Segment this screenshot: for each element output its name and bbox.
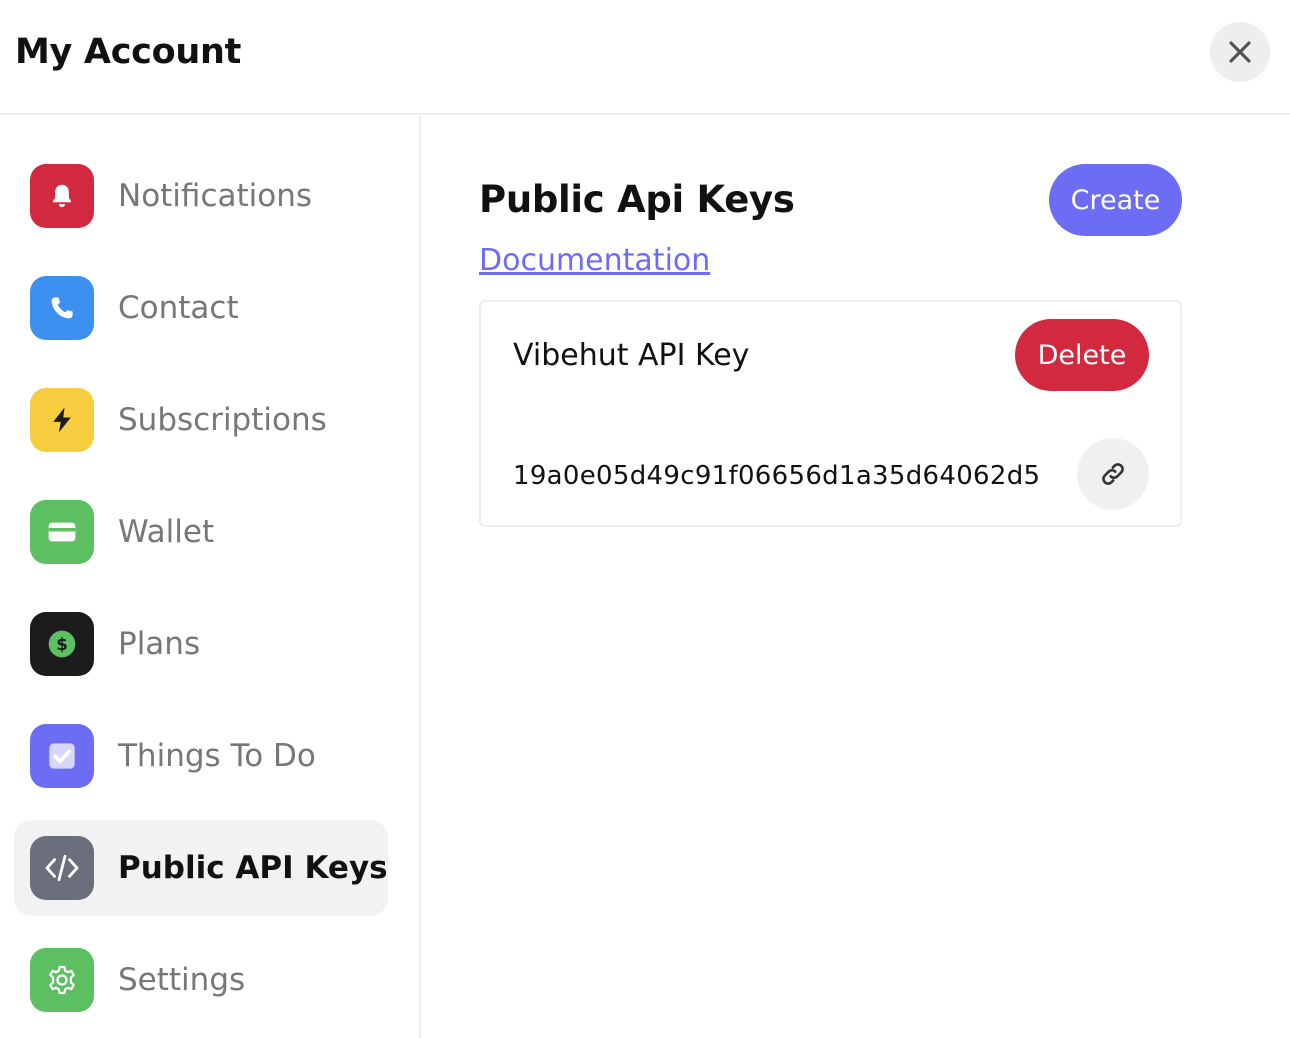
sidebar-item-label: Wallet (118, 514, 215, 550)
dollar-icon: $ (30, 612, 94, 676)
lightning-icon (30, 388, 94, 452)
sidebar-item-label: Plans (118, 626, 201, 662)
api-key-value: 19a0e05d49c91f06656d1a35d64062d5 (513, 461, 1041, 491)
sidebar-item-plans[interactable]: $ Plans (14, 596, 388, 692)
sidebar-item-contact[interactable]: Contact (14, 260, 388, 356)
sidebar-item-subscriptions[interactable]: Subscriptions (14, 372, 388, 468)
section-title: Public Api Keys (479, 178, 795, 221)
credit-card-icon (30, 500, 94, 564)
sidebar-item-label: Settings (118, 962, 246, 998)
sidebar-item-label: Public API Keys (118, 850, 388, 886)
sidebar-item-public-api-keys[interactable]: Public API Keys (14, 820, 388, 916)
sidebar-item-notifications[interactable]: Notifications (14, 148, 388, 244)
sidebar-item-label: Subscriptions (118, 402, 327, 438)
svg-text:$: $ (56, 635, 68, 654)
api-key-card: Vibehut API Key Delete 19a0e05d49c91f066… (479, 300, 1182, 527)
bell-icon (30, 164, 94, 228)
close-button[interactable] (1210, 22, 1270, 82)
sidebar: Notifications Contact Subscriptions Wall… (0, 116, 421, 1038)
sidebar-item-label: Contact (118, 290, 239, 326)
sidebar-item-label: Notifications (118, 178, 313, 214)
code-icon (30, 836, 94, 900)
link-icon (1102, 463, 1124, 485)
page-title: My Account (15, 32, 242, 72)
sidebar-item-wallet[interactable]: Wallet (14, 484, 388, 580)
header: My Account (0, 0, 1290, 115)
sidebar-item-things-to-do[interactable]: Things To Do (14, 708, 388, 804)
checkbox-icon (30, 724, 94, 788)
create-button[interactable]: Create (1049, 164, 1182, 236)
documentation-link[interactable]: Documentation (479, 242, 710, 280)
api-key-name: Vibehut API Key (513, 338, 750, 373)
sidebar-item-label: Things To Do (118, 738, 316, 774)
delete-button[interactable]: Delete (1015, 319, 1149, 391)
phone-icon (30, 276, 94, 340)
gear-icon (30, 948, 94, 1012)
close-icon (1229, 41, 1251, 63)
copy-link-button[interactable] (1077, 438, 1149, 510)
sidebar-item-settings[interactable]: Settings (14, 932, 388, 1028)
